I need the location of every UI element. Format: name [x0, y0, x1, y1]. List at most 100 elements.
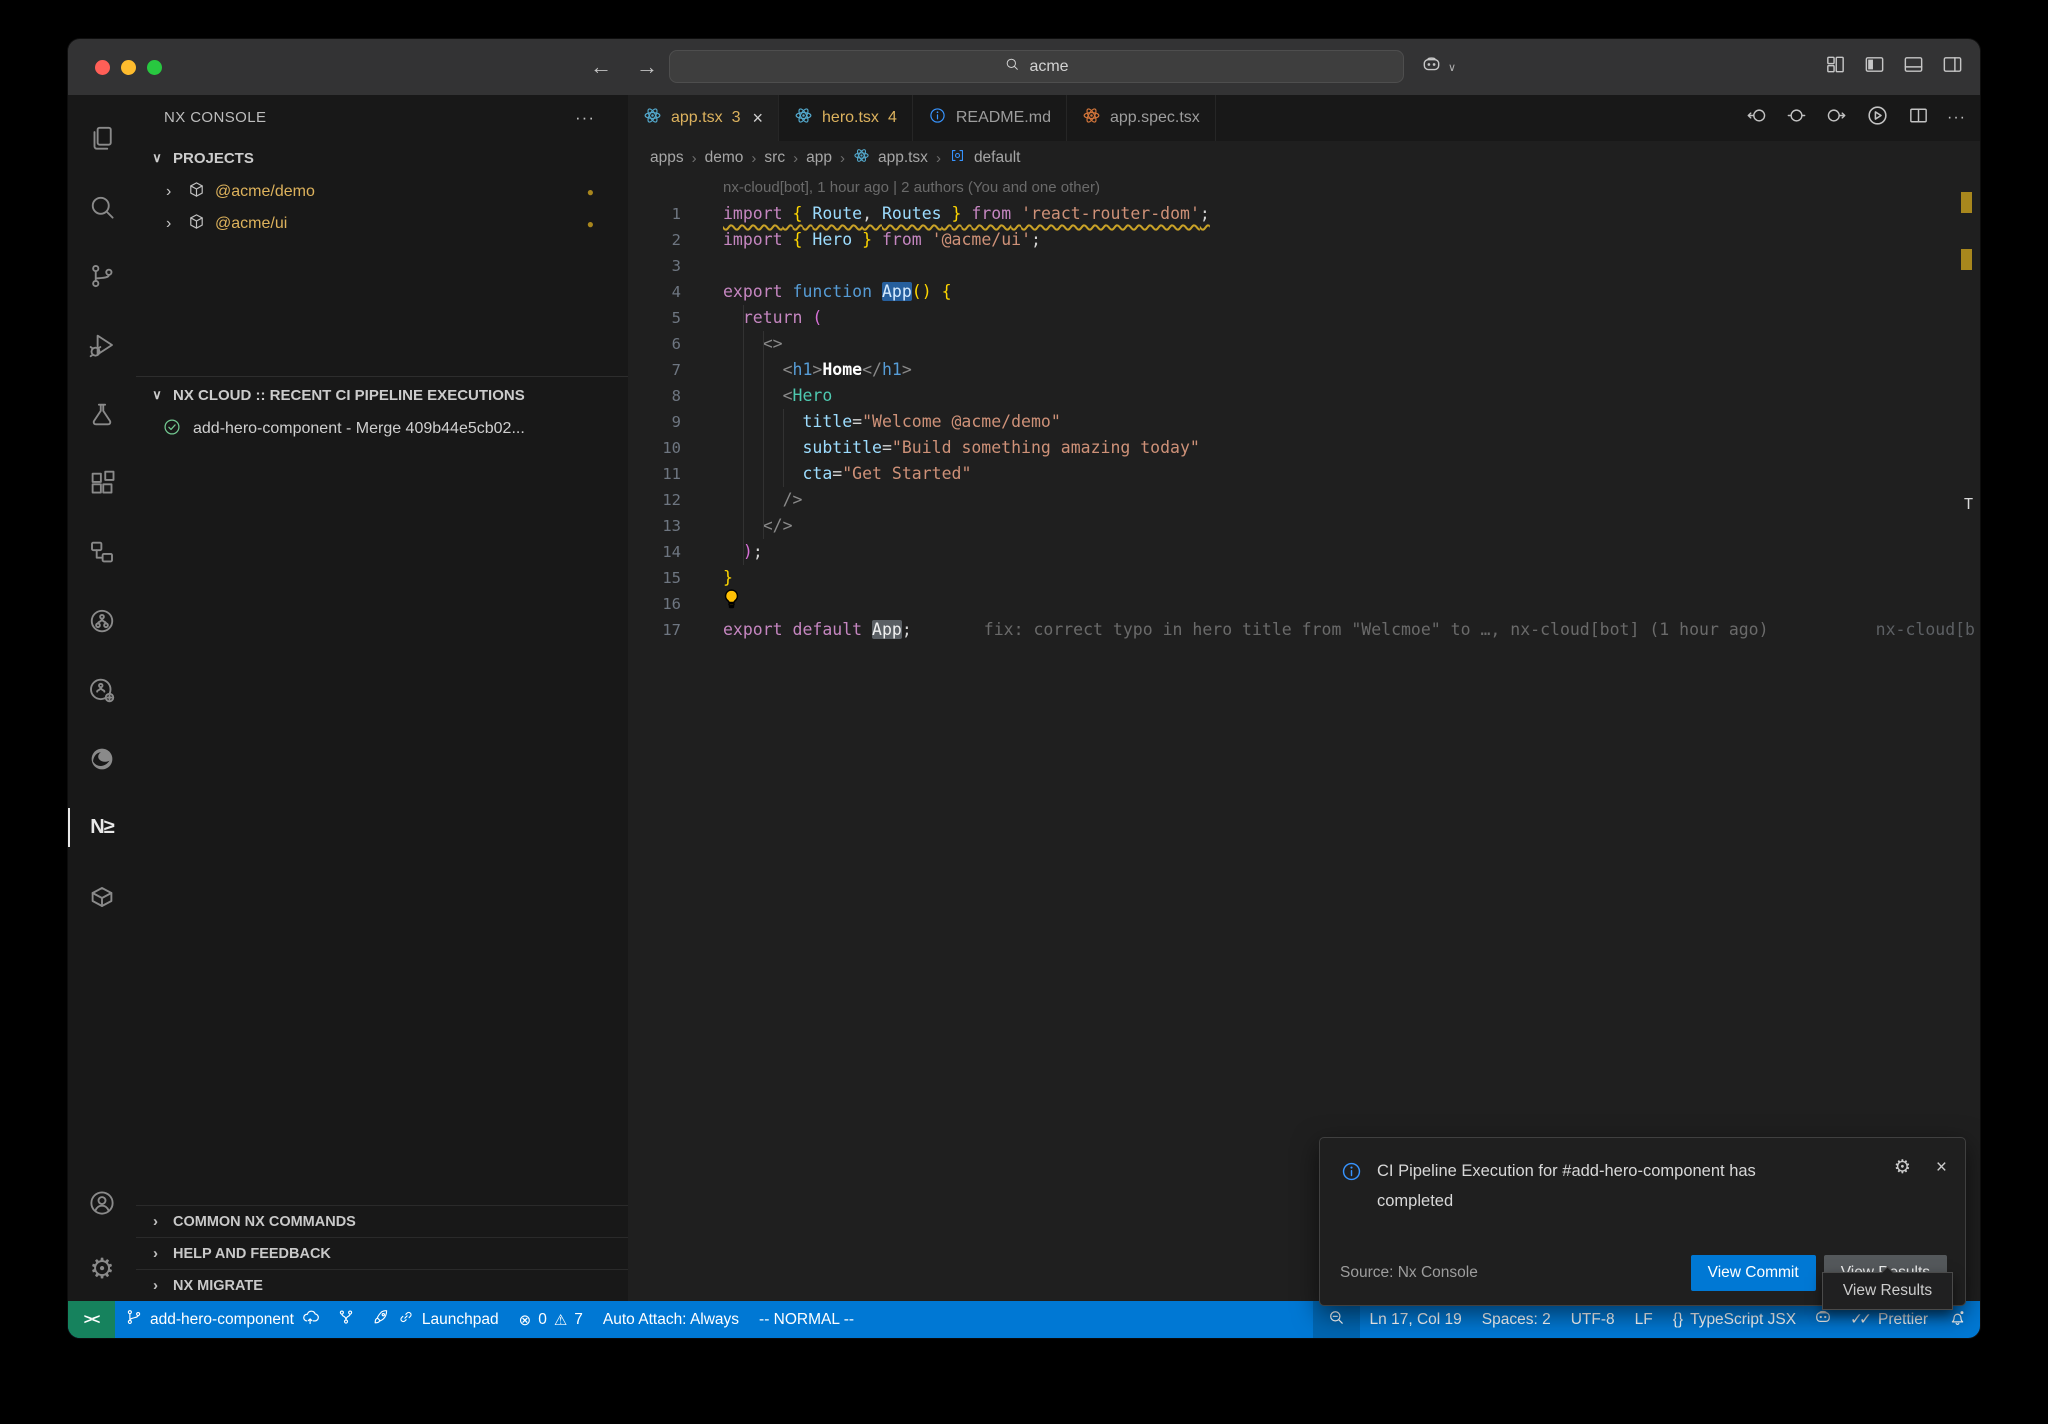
project-item-acme-demo[interactable]: › @acme/demo ●: [136, 176, 628, 208]
vim-mode-status[interactable]: -- NORMAL --: [749, 1301, 864, 1338]
launchpad-status[interactable]: Launchpad: [362, 1301, 509, 1338]
explorer-icon[interactable]: [68, 103, 136, 172]
code-line[interactable]: 3: [628, 253, 1980, 279]
edge-browser-icon[interactable]: [68, 724, 136, 793]
git-branch-status[interactable]: add-hero-component: [115, 1301, 330, 1338]
code-line[interactable]: 17export default App;fix: correct typo i…: [628, 617, 1980, 643]
toggle-sidebar-icon[interactable]: [1863, 53, 1886, 81]
breadcrumb-item[interactable]: src: [764, 149, 785, 167]
tab-readme-md[interactable]: README.md: [913, 95, 1067, 141]
code-line[interactable]: 11 cta="Get Started": [628, 461, 1980, 487]
pipeline-execution-item[interactable]: add-hero-component - Merge 409b44e5cb02.…: [136, 413, 628, 445]
git-graph-status[interactable]: [330, 1301, 362, 1338]
project-item-acme-ui[interactable]: › @acme/ui ●: [136, 208, 628, 240]
breadcrumb-item[interactable]: apps: [650, 149, 684, 167]
link-icon: [397, 1308, 415, 1331]
indent-guide: [763, 331, 764, 539]
command-center-search[interactable]: acme: [669, 50, 1404, 83]
code-line[interactable]: 5 return (: [628, 305, 1980, 331]
remote-indicator[interactable]: ><: [68, 1301, 115, 1338]
search-view-icon[interactable]: [68, 172, 136, 241]
code-line[interactable]: 7 <h1>Home</h1>: [628, 357, 1980, 383]
nx-console-icon[interactable]: N≥: [68, 793, 136, 862]
run-debug-icon[interactable]: [68, 310, 136, 379]
customize-layout-icon[interactable]: [1824, 53, 1847, 81]
minimize-window-button[interactable]: [121, 60, 136, 75]
back-arrow-icon[interactable]: ←: [590, 54, 612, 80]
code-line[interactable]: 12 />: [628, 487, 1980, 513]
code-line[interactable]: 4export function App() {: [628, 279, 1980, 305]
zoom-status[interactable]: [1313, 1301, 1360, 1338]
breadcrumb-item[interactable]: demo: [705, 149, 744, 167]
testing-icon[interactable]: [68, 379, 136, 448]
more-actions-icon[interactable]: ···: [575, 108, 595, 128]
tab-label: README.md: [956, 109, 1051, 127]
code-line[interactable]: 14 );: [628, 539, 1980, 565]
code-line[interactable]: 2import { Hero } from '@acme/ui';: [628, 227, 1980, 253]
chevron-right-icon: ›: [166, 183, 178, 201]
code-line[interactable]: 16: [628, 591, 1980, 617]
close-window-button[interactable]: [95, 60, 110, 75]
run-history-icon[interactable]: [68, 586, 136, 655]
close-icon[interactable]: ×: [1936, 1158, 1947, 1177]
indentation-status[interactable]: Spaces: 2: [1472, 1301, 1561, 1338]
nx-cloud-section-header[interactable]: ∨ NX CLOUD :: RECENT CI PIPELINE EXECUTI…: [136, 377, 628, 413]
breadcrumb-item[interactable]: app: [806, 149, 832, 167]
container-tools-icon[interactable]: [68, 862, 136, 931]
toggle-secondary-sidebar-icon[interactable]: [1941, 53, 1964, 81]
change-icon[interactable]: [1785, 104, 1808, 132]
run-settings-icon[interactable]: [68, 655, 136, 724]
language-mode-status[interactable]: {} TypeScript JSX: [1663, 1301, 1806, 1338]
tab-hero-tsx[interactable]: hero.tsx 4: [779, 95, 913, 141]
toggle-panel-icon[interactable]: [1902, 53, 1925, 81]
nx-migrate-section[interactable]: › NX MIGRATE: [136, 1269, 628, 1301]
lightbulb-icon[interactable]: [723, 589, 740, 617]
code-line[interactable]: 10 subtitle="Build something amazing tod…: [628, 435, 1980, 461]
run-file-icon[interactable]: [1865, 103, 1890, 133]
tab-badge: 3: [732, 109, 741, 127]
nx-project-graph-icon[interactable]: [68, 517, 136, 586]
view-commit-button[interactable]: View Commit: [1691, 1255, 1816, 1291]
previous-change-icon[interactable]: [1745, 104, 1768, 132]
split-editor-icon[interactable]: [1907, 104, 1930, 132]
tab-label: hero.tsx: [822, 109, 879, 127]
code-editor[interactable]: nx-cloud[bot], 1 hour ago | 2 authors (Y…: [628, 175, 1980, 1301]
breadcrumb-item[interactable]: default: [974, 149, 1021, 167]
common-nx-commands-section[interactable]: › COMMON NX COMMANDS: [136, 1205, 628, 1237]
zoom-window-button[interactable]: [147, 60, 162, 75]
title-bar: ← → acme ∨: [68, 39, 1980, 95]
tab-app-tsx[interactable]: app.tsx 3 ×: [628, 95, 779, 141]
notification-settings-icon[interactable]: ⚙: [1894, 1158, 1911, 1177]
line-number: 8: [628, 383, 681, 409]
chevron-right-icon: ›: [153, 1245, 164, 1262]
code-line[interactable]: 13 </>: [628, 513, 1980, 539]
tab-app-spec-tsx[interactable]: app.spec.tsx: [1067, 95, 1216, 141]
encoding-status[interactable]: UTF-8: [1561, 1301, 1625, 1338]
next-change-icon[interactable]: [1825, 104, 1848, 132]
settings-gear-icon[interactable]: ⚙: [68, 1237, 136, 1301]
react-icon: [794, 106, 813, 130]
code-line[interactable]: 6 <>: [628, 331, 1980, 357]
line-number: 15: [628, 565, 681, 591]
more-actions-icon[interactable]: ···: [1947, 109, 1966, 127]
code-line[interactable]: 15}: [628, 565, 1980, 591]
code-line[interactable]: 1import { Route, Routes } from 'react-ro…: [628, 201, 1980, 227]
overview-warning-mark: [1961, 249, 1972, 270]
cursor-position-status[interactable]: Ln 17, Col 19: [1360, 1301, 1472, 1338]
eol-status[interactable]: LF: [1625, 1301, 1663, 1338]
account-icon[interactable]: [68, 1168, 136, 1237]
breadcrumb-item[interactable]: app.tsx: [878, 149, 928, 167]
source-control-icon[interactable]: [68, 241, 136, 310]
close-icon[interactable]: ×: [753, 108, 764, 129]
problems-status[interactable]: ⊗ 0 ⚠ 7: [509, 1301, 593, 1338]
projects-section-header[interactable]: ∨ PROJECTS: [136, 140, 628, 176]
sidebar-title: NX CONSOLE: [164, 109, 266, 126]
help-and-feedback-section[interactable]: › HELP AND FEEDBACK: [136, 1237, 628, 1269]
forward-arrow-icon[interactable]: →: [636, 54, 658, 80]
extensions-icon[interactable]: [68, 448, 136, 517]
code-line[interactable]: 8 <Hero: [628, 383, 1980, 409]
code-line[interactable]: 9 title="Welcome @acme/demo": [628, 409, 1980, 435]
auto-attach-status[interactable]: Auto Attach: Always: [593, 1301, 749, 1338]
breadcrumb-separator-icon: ›: [751, 150, 756, 167]
copilot-menu[interactable]: ∨: [1420, 39, 1456, 95]
